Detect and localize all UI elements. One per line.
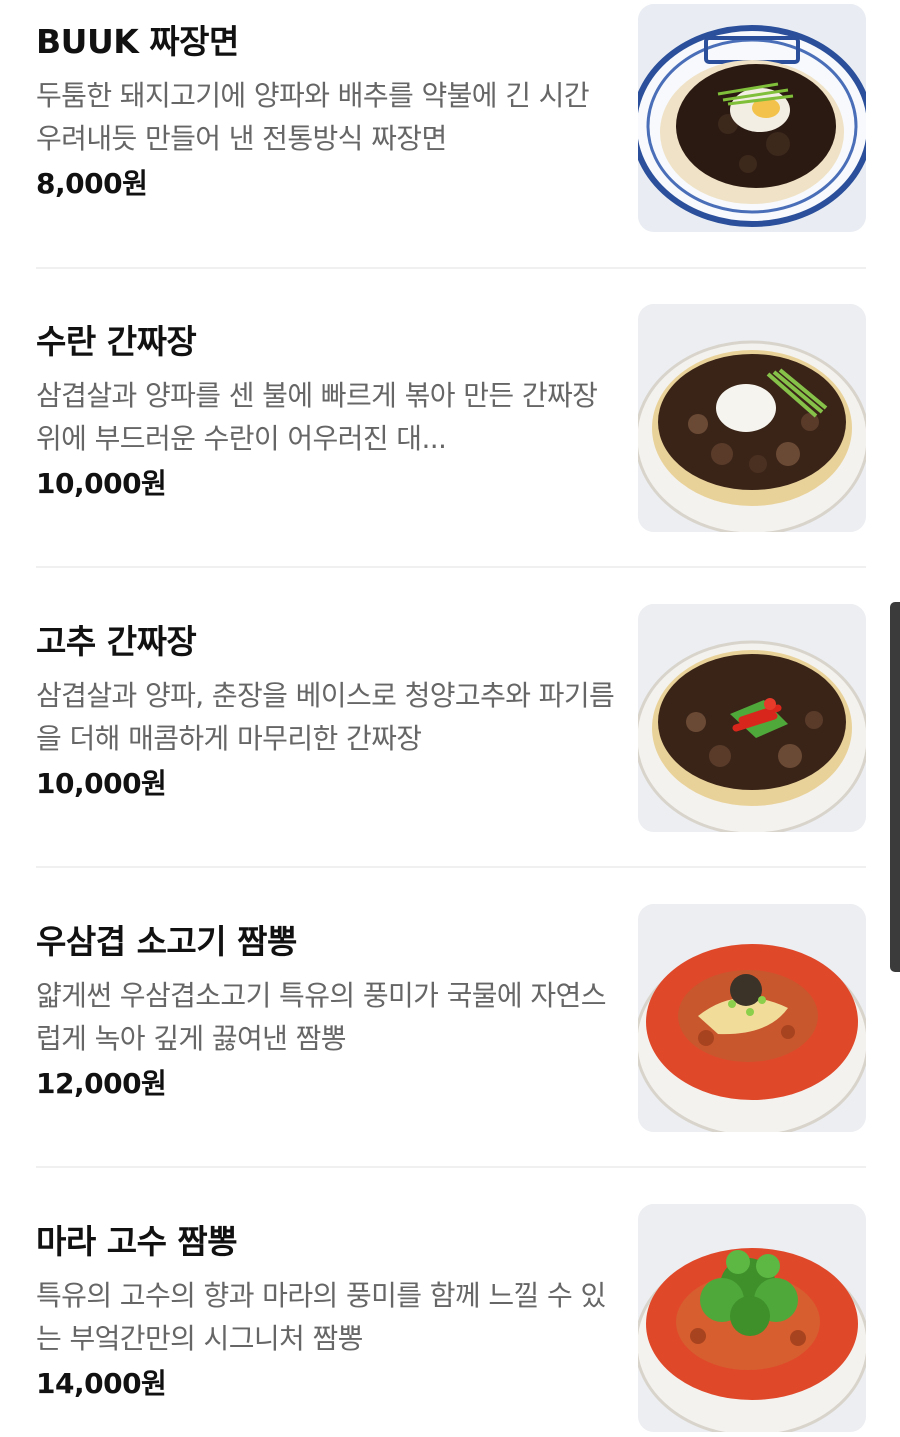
divider bbox=[36, 866, 866, 868]
menu-item-text: 우삼겹 소고기 짬뽕 얇게썬 우삼겹소고기 특유의 풍미가 국물에 자연스럽게 … bbox=[36, 920, 616, 1103]
jjajangmyeon-photo-icon[interactable] bbox=[638, 4, 866, 232]
menu-item-description: 얇게썬 우삼겹소고기 특유의 풍미가 국물에 자연스럽게 녹아 깊게 끓여낸 짬… bbox=[36, 979, 606, 1055]
mala-coriander-jjamppong-photo-icon[interactable] bbox=[638, 1204, 866, 1432]
menu-item-description: 삼겹살과 양파, 춘장을 베이스로 청양고추와 파기름을 더해 매콤하게 마무리… bbox=[36, 679, 615, 755]
menu-item-price: 12,000원 bbox=[36, 1067, 167, 1100]
menu-item-description: 두툼한 돼지고기에 양파와 배추를 약불에 긴 시간 우려내듯 만들어 낸 전통… bbox=[36, 79, 590, 155]
divider bbox=[36, 566, 866, 568]
divider bbox=[36, 1166, 866, 1168]
divider bbox=[36, 267, 866, 269]
scrollbar[interactable] bbox=[890, 602, 900, 972]
menu-item-gochu-ganjjajang[interactable]: 고추 간짜장 삼겹살과 양파, 춘장을 베이스로 청양고추와 파기름을 더해 매… bbox=[36, 604, 866, 832]
menu-item-price: 8,000원 bbox=[36, 167, 148, 200]
menu-item-description: 특유의 고수의 향과 마라의 풍미를 함께 느낄 수 있는 부엌간만의 시그니처… bbox=[36, 1279, 606, 1355]
menu-item-suran-ganjjajang[interactable]: 수란 간짜장 삼겹살과 양파를 센 불에 빠르게 볶아 만든 간짜장위에 부드러… bbox=[36, 304, 866, 532]
menu-item-name: 우삼겹 소고기 짬뽕 bbox=[36, 922, 297, 961]
menu-item-description: 삼겹살과 양파를 센 불에 빠르게 볶아 만든 간짜장위에 부드러운 수란이 어… bbox=[36, 379, 598, 455]
beef-jjamppong-photo-icon[interactable] bbox=[638, 904, 866, 1132]
menu-item-text: 수란 간짜장 삼겹살과 양파를 센 불에 빠르게 볶아 만든 간짜장위에 부드러… bbox=[36, 320, 616, 503]
menu-item-beef-jjamppong[interactable]: 우삼겹 소고기 짬뽕 얇게썬 우삼겹소고기 특유의 풍미가 국물에 자연스럽게 … bbox=[36, 904, 866, 1132]
menu-item-name: 수란 간짜장 bbox=[36, 322, 197, 361]
menu-item-name: 마라 고수 짬뽕 bbox=[36, 1222, 238, 1261]
suran-ganjjajang-photo-icon[interactable] bbox=[638, 304, 866, 532]
menu-item-text: BUUK 짜장면 두툼한 돼지고기에 양파와 배추를 약불에 긴 시간 우려내듯… bbox=[36, 20, 616, 203]
menu-item-price: 14,000원 bbox=[36, 1367, 167, 1400]
menu-item-text: 마라 고수 짬뽕 특유의 고수의 향과 마라의 풍미를 함께 느낄 수 있는 부… bbox=[36, 1220, 616, 1403]
menu-item-price: 10,000원 bbox=[36, 467, 167, 500]
gochu-ganjjajang-photo-icon[interactable] bbox=[638, 604, 866, 832]
menu-item-name: 고추 간짜장 bbox=[36, 622, 197, 661]
menu-item-buuk-jjajangmyeon[interactable]: BUUK 짜장면 두툼한 돼지고기에 양파와 배추를 약불에 긴 시간 우려내듯… bbox=[36, 4, 866, 232]
menu-item-price: 10,000원 bbox=[36, 767, 167, 800]
menu-item-name: BUUK 짜장면 bbox=[36, 22, 239, 61]
menu-item-mala-coriander-jjamppong[interactable]: 마라 고수 짬뽕 특유의 고수의 향과 마라의 풍미를 함께 느낄 수 있는 부… bbox=[36, 1204, 866, 1432]
menu-item-text: 고추 간짜장 삼겹살과 양파, 춘장을 베이스로 청양고추와 파기름을 더해 매… bbox=[36, 620, 616, 803]
